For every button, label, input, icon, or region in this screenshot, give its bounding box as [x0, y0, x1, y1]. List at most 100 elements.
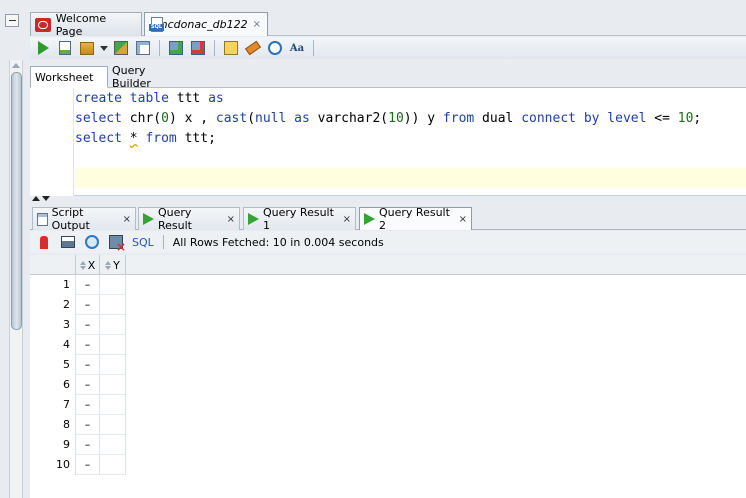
table-row[interactable]: 1 –: [30, 275, 126, 295]
commands-dropdown[interactable]: [99, 38, 109, 58]
explain-plan-button[interactable]: [111, 38, 131, 58]
fetch-status: All Rows Fetched: 10 in 0.004 seconds: [172, 235, 384, 249]
query-result-icon: [143, 213, 154, 225]
close-tab-icon[interactable]: ×: [253, 19, 261, 30]
cell-x[interactable]: –: [76, 375, 100, 395]
table-row[interactable]: 6 –: [30, 375, 126, 395]
close-tab-icon[interactable]: ×: [343, 214, 351, 225]
cell-y[interactable]: [100, 315, 126, 335]
tab-label: Query Result 1: [263, 206, 334, 232]
tab-query-result-2[interactable]: Query Result 2 ×: [359, 206, 472, 232]
cell-y[interactable]: [100, 435, 126, 455]
sql-history-button[interactable]: [265, 38, 285, 58]
refresh-button[interactable]: [82, 232, 102, 252]
cell-x[interactable]: –: [76, 335, 100, 355]
autotrace-icon: [136, 41, 150, 55]
row-number: 1: [30, 275, 76, 295]
cell-x[interactable]: –: [76, 455, 100, 475]
table-row[interactable]: 10 –: [30, 455, 126, 475]
row-number-header: [30, 255, 76, 275]
table-row[interactable]: 4 –: [30, 335, 126, 355]
cell-x[interactable]: –: [76, 435, 100, 455]
tab-worksheet[interactable]: Worksheet: [30, 66, 108, 88]
tab-query-builder[interactable]: Query Builder: [108, 64, 188, 90]
cell-x[interactable]: –: [76, 355, 100, 375]
print-button[interactable]: [58, 232, 78, 252]
tab-welcome-page[interactable]: Welcome Page: [30, 12, 142, 38]
row-number: 5: [30, 355, 76, 375]
editor-gutter: [30, 88, 74, 196]
toolbar-separator: [214, 40, 215, 56]
cell-y[interactable]: [100, 355, 126, 375]
run-statement-button[interactable]: [33, 38, 53, 58]
cell-y[interactable]: [100, 455, 126, 475]
cell-y[interactable]: [100, 275, 126, 295]
row-number: 7: [30, 395, 76, 415]
commit-button[interactable]: [166, 38, 186, 58]
clear-button[interactable]: [243, 38, 263, 58]
tab-query-result[interactable]: Query Result ×: [138, 206, 240, 232]
column-header-x[interactable]: X: [76, 255, 100, 275]
sql-tuning-button[interactable]: [221, 38, 241, 58]
code-line-3[interactable]: select * from ttt;: [75, 129, 216, 149]
tab-query-result-1[interactable]: Query Result 1 ×: [243, 206, 356, 232]
cell-x[interactable]: –: [76, 295, 100, 315]
scroll-up-icon[interactable]: [12, 63, 20, 68]
table-row[interactable]: 7 –: [30, 395, 126, 415]
code-line-1[interactable]: create table ttt as: [75, 89, 224, 109]
query-result-icon: [364, 213, 375, 225]
rollback-button[interactable]: [188, 38, 208, 58]
cell-y[interactable]: [100, 335, 126, 355]
rollback-icon: [191, 41, 205, 55]
sql-link[interactable]: SQL: [132, 236, 154, 249]
run-script-icon: [59, 41, 71, 55]
tab-sql-worksheet[interactable]: SQL mcdonac_db122 ×: [144, 12, 268, 36]
column-header-y[interactable]: Y: [100, 255, 126, 275]
table-row[interactable]: 5 –: [30, 355, 126, 375]
tab-label: mcdonac_db122: [156, 18, 248, 31]
query-result-icon: [248, 213, 259, 225]
commands-button[interactable]: [77, 38, 97, 58]
close-tab-icon[interactable]: ×: [123, 214, 131, 225]
cell-x[interactable]: –: [76, 395, 100, 415]
close-tab-icon[interactable]: ×: [459, 214, 467, 225]
explain-plan-icon: [114, 41, 128, 55]
code-line-2[interactable]: select chr(0) x , cast(null as varchar2(…: [75, 109, 701, 129]
scrollbar-thumb[interactable]: [11, 72, 22, 330]
cell-y[interactable]: [100, 375, 126, 395]
tab-script-output[interactable]: Script Output ×: [32, 206, 136, 232]
toolbar-separator: [162, 235, 164, 249]
cell-x[interactable]: –: [76, 415, 100, 435]
column-label: Y: [113, 258, 120, 272]
cell-x[interactable]: –: [76, 315, 100, 335]
minimize-button[interactable]: [5, 14, 19, 27]
left-gutter: [0, 0, 30, 498]
collapse-down-icon[interactable]: [42, 196, 50, 201]
run-script-button[interactable]: [55, 38, 75, 58]
worksheet-tabs: Worksheet Query Builder: [30, 64, 746, 90]
vertical-scrollbar[interactable]: [9, 60, 23, 498]
sql-editor[interactable]: create table ttt as select chr(0) x , ca…: [30, 88, 746, 196]
close-tab-icon[interactable]: ×: [227, 214, 235, 225]
cancel-icon: [109, 235, 126, 254]
cell-x[interactable]: –: [76, 275, 100, 295]
cell-y[interactable]: [100, 295, 126, 315]
row-number: 4: [30, 335, 76, 355]
grid-header: X Y: [30, 255, 746, 275]
tab-label: Query Result 2: [379, 206, 450, 232]
cell-y[interactable]: [100, 415, 126, 435]
splitter-arrows[interactable]: [32, 196, 50, 204]
sort-icon: [105, 260, 112, 270]
cancel-fetch-button[interactable]: [106, 232, 126, 254]
to-upper-lower-button[interactable]: Aa: [287, 38, 307, 58]
freeze-view-button[interactable]: [34, 232, 54, 252]
table-row[interactable]: 9 –: [30, 435, 126, 455]
refresh-icon: [85, 235, 99, 249]
table-row[interactable]: 3 –: [30, 315, 126, 335]
table-row[interactable]: 2 –: [30, 295, 126, 315]
table-row[interactable]: 8 –: [30, 415, 126, 435]
collapse-up-icon[interactable]: [32, 196, 40, 201]
autotrace-button[interactable]: [133, 38, 153, 58]
cell-y[interactable]: [100, 395, 126, 415]
document-tabs: Welcome Page SQL mcdonac_db122 ×: [30, 10, 746, 38]
